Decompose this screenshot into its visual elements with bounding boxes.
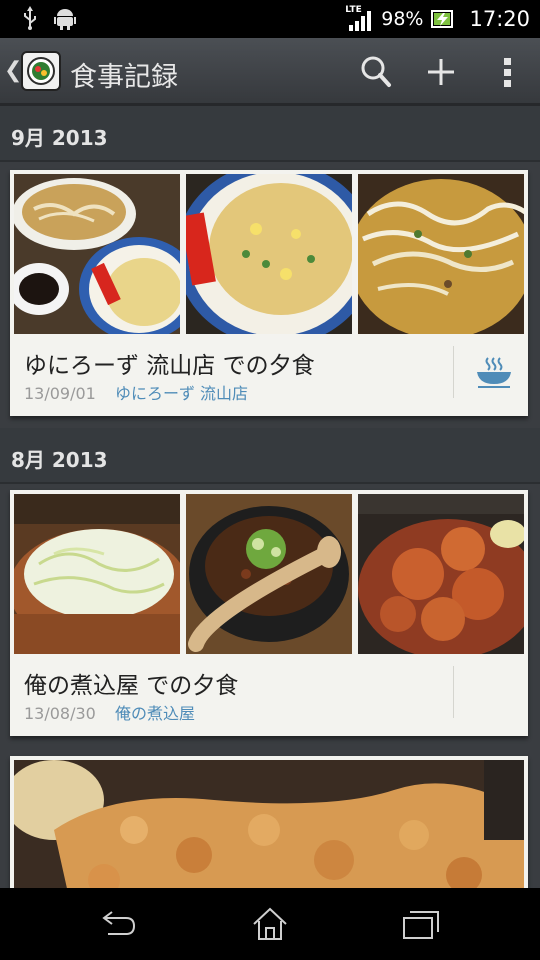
up-chevron-icon[interactable]: ❮ — [4, 58, 22, 83]
status-bar: LTE 98% 17:20 — [0, 0, 540, 38]
photo-strip — [14, 494, 524, 654]
home-icon[interactable] — [250, 906, 290, 942]
bean-sprout-noodles-photo — [358, 174, 524, 334]
action-bar: ❮ 食事記録 — [0, 38, 540, 106]
battery-percent: 98% — [381, 8, 424, 30]
meal-place-link[interactable]: 俺の煮込屋 — [115, 704, 195, 723]
back-icon[interactable] — [100, 906, 140, 942]
recent-apps-icon[interactable] — [400, 906, 440, 942]
photo-strip — [14, 174, 524, 334]
android-debug-icon — [54, 9, 76, 30]
meal-date: 13/09/01 — [24, 384, 96, 403]
meal-date: 13/08/30 — [24, 704, 96, 723]
battery-charging-icon — [431, 10, 454, 28]
cabbage-salad-photo — [14, 494, 180, 654]
meal-card[interactable]: ゆにろーず 流山店 での夕食 13/09/01 ゆにろーず 流山店 — [10, 170, 528, 416]
card-divider — [453, 666, 454, 718]
meal-title: 俺の煮込屋 での夕食 — [24, 673, 239, 699]
ramen-bowl-icon[interactable] — [474, 352, 514, 392]
usb-icon — [24, 6, 36, 30]
clock: 17:20 — [469, 7, 530, 31]
meal-card[interactable] — [10, 756, 528, 888]
add-icon[interactable] — [421, 52, 461, 92]
navigation-bar — [0, 888, 540, 960]
ramen-with-fried-rice-photo — [14, 174, 180, 334]
signal-icon: LTE — [345, 5, 373, 31]
overflow-menu-icon[interactable] — [488, 52, 528, 92]
app-logo-icon[interactable] — [21, 51, 61, 91]
fried-chicken-photo — [358, 494, 524, 654]
fried-rice-photo — [186, 174, 352, 334]
meal-list[interactable]: 9月 2013 ゆにろーず 流山店 での夕食 13/09/01 ゆにろーず 流山… — [0, 106, 540, 888]
meal-meta: 13/08/30 俺の煮込屋 — [24, 700, 195, 724]
section-header-sep-2013: 9月 2013 — [0, 106, 540, 162]
fried-cutlet-photo — [14, 760, 524, 888]
app-title: 食事記録 — [70, 62, 178, 93]
section-header-aug-2013: 8月 2013 — [0, 428, 540, 484]
meal-card[interactable]: 俺の煮込屋 での夕食 13/08/30 俺の煮込屋 — [10, 490, 528, 736]
search-icon[interactable] — [356, 52, 396, 92]
meal-meta: 13/09/01 ゆにろーず 流山店 — [24, 380, 248, 404]
stew-pot-photo — [186, 494, 352, 654]
meal-title: ゆにろーず 流山店 での夕食 — [24, 353, 315, 379]
meal-place-link[interactable]: ゆにろーず 流山店 — [115, 384, 248, 403]
card-divider — [453, 346, 454, 398]
